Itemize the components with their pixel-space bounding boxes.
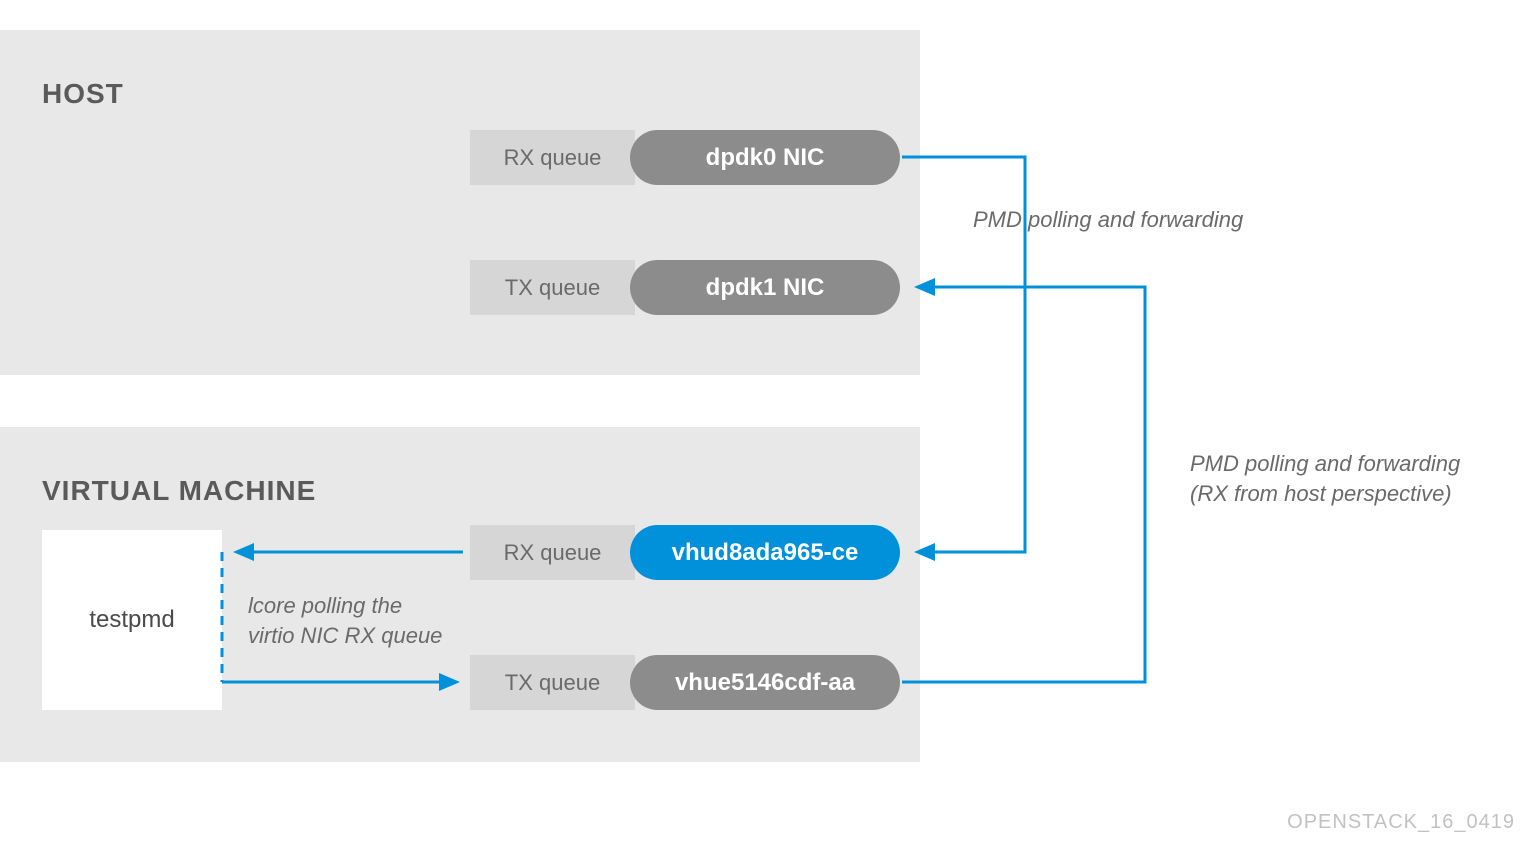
host-title: HOST bbox=[42, 78, 124, 110]
vm-rx-queue-label: RX queue bbox=[470, 525, 635, 580]
host-rx-nic: dpdk0 NIC bbox=[630, 130, 900, 185]
vm-tx-queue-label: TX queue bbox=[470, 655, 635, 710]
annot-pmd-right-line1: PMD polling and forwarding bbox=[1190, 449, 1460, 479]
annot-pmd-top: PMD polling and forwarding bbox=[973, 205, 1243, 235]
arrow-vm-tx-to-host-tx bbox=[902, 287, 1145, 682]
vm-tx-nic: vhue5146cdf-aa bbox=[630, 655, 900, 710]
host-tx-row: TX queue dpdk1 NIC bbox=[470, 260, 900, 315]
host-rx-row: RX queue dpdk0 NIC bbox=[470, 130, 900, 185]
vm-tx-row: TX queue vhue5146cdf-aa bbox=[470, 655, 900, 710]
host-rx-queue-label: RX queue bbox=[470, 130, 635, 185]
annot-pmd-right: PMD polling and forwarding (RX from host… bbox=[1190, 449, 1460, 508]
host-panel: HOST bbox=[0, 30, 920, 375]
annot-pmd-right-line2: (RX from host perspective) bbox=[1190, 479, 1460, 509]
annot-lcore: lcore polling the virtio NIC RX queue bbox=[248, 591, 442, 650]
vm-rx-row: RX queue vhud8ada965-ce bbox=[470, 525, 900, 580]
testpmd-label: testpmd bbox=[89, 606, 174, 634]
vm-rx-nic: vhud8ada965-ce bbox=[630, 525, 900, 580]
host-tx-queue-label: TX queue bbox=[470, 260, 635, 315]
testpmd-box: testpmd bbox=[42, 530, 222, 710]
annot-lcore-line1: lcore polling the bbox=[248, 591, 442, 621]
footer-label: OPENSTACK_16_0419 bbox=[1287, 811, 1515, 834]
vm-title: VIRTUAL MACHINE bbox=[42, 475, 316, 507]
annot-lcore-line2: virtio NIC RX queue bbox=[248, 621, 442, 651]
host-tx-nic: dpdk1 NIC bbox=[630, 260, 900, 315]
